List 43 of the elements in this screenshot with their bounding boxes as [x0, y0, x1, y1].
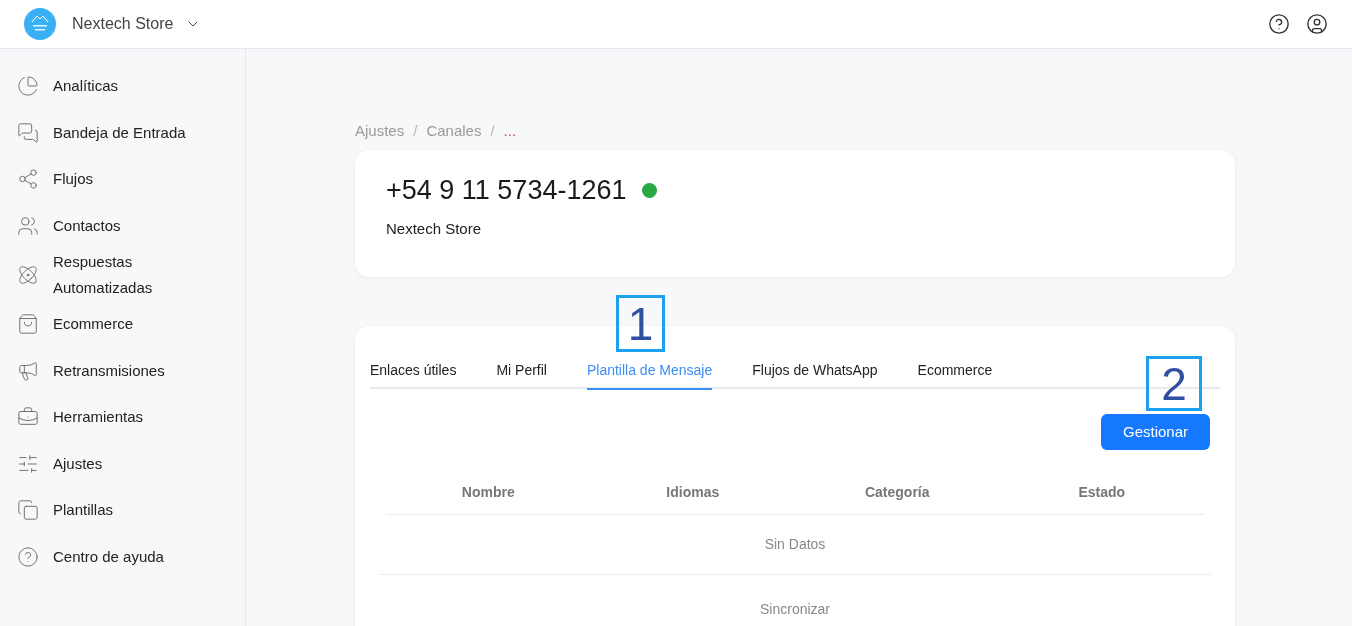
sidebar-item[interactable]: Respuestas Automatizadas — [0, 249, 245, 301]
help-icon[interactable] — [1268, 13, 1290, 35]
callout-number: 2 — [1146, 356, 1202, 411]
breadcrumb-separator: / — [490, 120, 495, 141]
account-icon[interactable] — [1306, 13, 1328, 35]
sidebar-item[interactable]: Bandeja de Entrada — [0, 109, 245, 156]
help-icon — [17, 545, 39, 568]
sidebar-item[interactable]: Flujos — [0, 156, 245, 203]
callout-number: 1 — [616, 295, 665, 352]
copy-icon — [17, 499, 39, 522]
tab[interactable]: Mi Perfil — [496, 360, 547, 390]
nodes-icon — [17, 168, 39, 191]
tab[interactable]: Flujos de WhatsApp — [752, 360, 878, 390]
pie-chart-icon — [17, 75, 39, 98]
column-header: Estado — [1077, 483, 1127, 502]
breadcrumb-item: ... — [503, 120, 517, 141]
sidebar-item[interactable]: Retransmisiones — [0, 347, 245, 394]
breadcrumb-separator: / — [413, 120, 418, 141]
sidebar-item[interactable]: Ecommerce — [0, 301, 245, 348]
sidebar-item[interactable]: Plantillas — [0, 487, 245, 534]
manage-button[interactable]: Gestionar — [1101, 414, 1210, 450]
sidebar-item[interactable]: Centro de ayuda — [0, 533, 245, 580]
megaphone-icon — [17, 359, 39, 382]
column-header: Idiomas — [665, 483, 721, 502]
chat-bubbles-icon — [17, 121, 39, 144]
sliders-icon — [17, 452, 39, 475]
sidebar-item[interactable]: Herramientas — [0, 394, 245, 441]
empty-table-text: Sin Datos — [764, 535, 826, 554]
sidebar-item[interactable]: Ajustes — [0, 440, 245, 487]
column-header: Categoría — [863, 483, 931, 502]
store-logo — [24, 8, 56, 40]
store-selector[interactable]: Nextech Store — [72, 12, 202, 36]
channel-name: Nextech Store — [386, 219, 483, 239]
sidebar-item[interactable]: Contactos — [0, 202, 245, 249]
shopping-bag-icon — [17, 313, 39, 336]
phone-number: +54 9 11 5734-1261 — [386, 174, 627, 206]
column-header: Nombre — [460, 483, 516, 502]
tab[interactable]: Enlaces útiles — [370, 360, 457, 390]
tab[interactable]: Ecommerce — [917, 360, 993, 390]
users-icon — [17, 214, 39, 237]
sync-link[interactable]: Sincronizar — [760, 599, 830, 620]
atom-icon — [17, 264, 39, 286]
sidebar-item[interactable]: Analíticas — [0, 63, 245, 110]
